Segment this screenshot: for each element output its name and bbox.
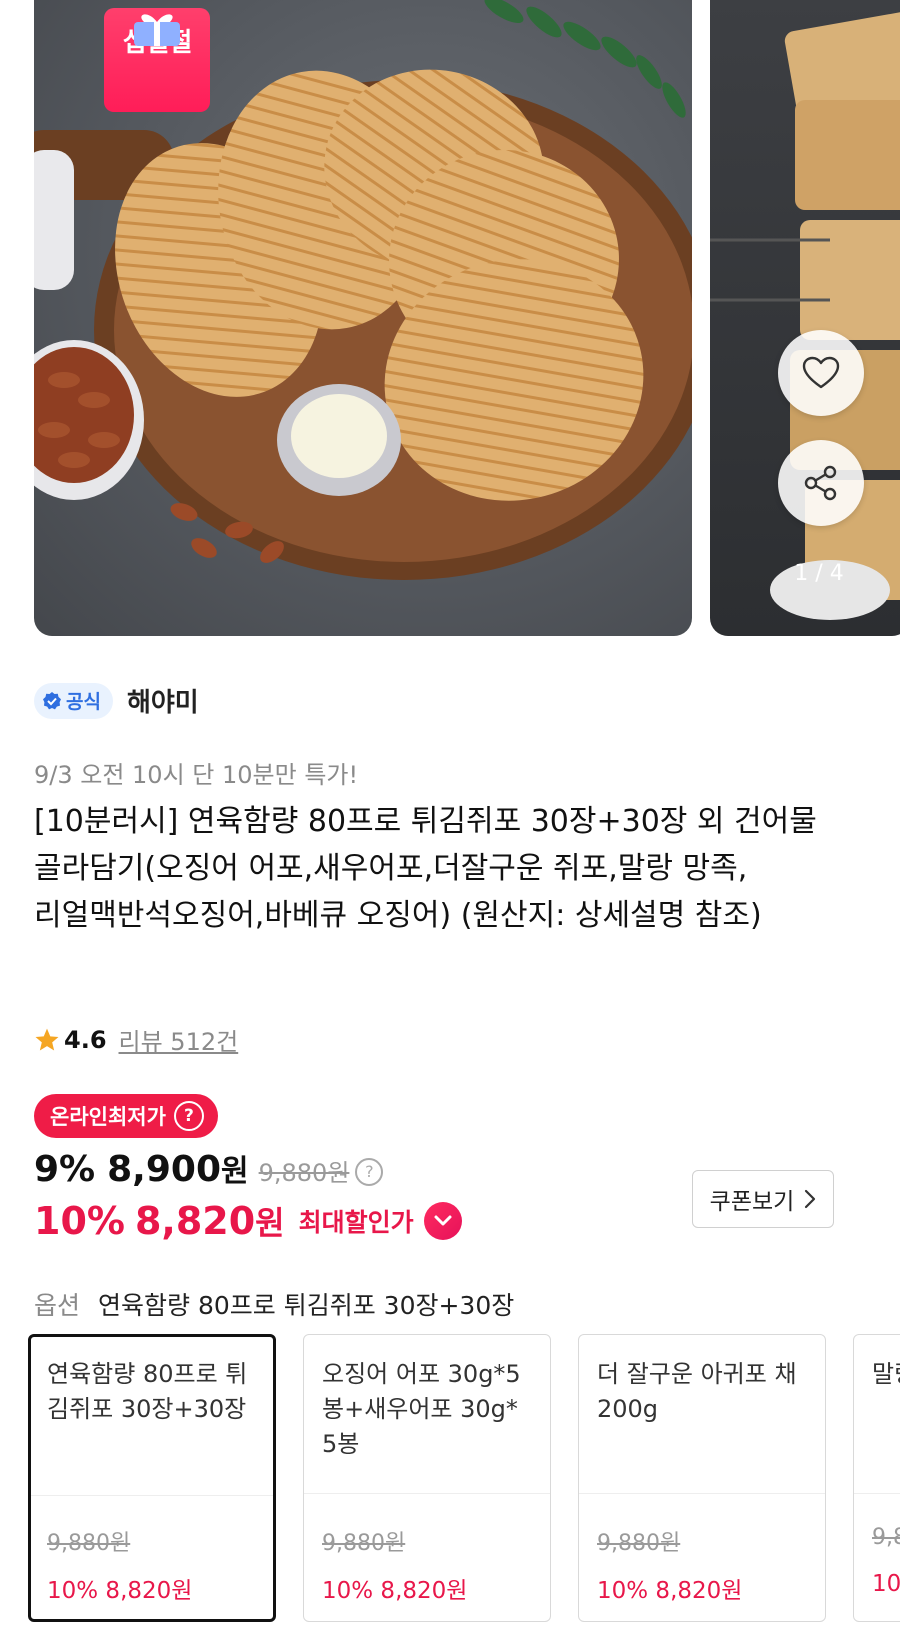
option-original-price: 9,8	[872, 1525, 900, 1550]
star-icon	[35, 1028, 59, 1051]
option-name: 오징어 어포 30g*5봉+새우어포 30g*5봉	[322, 1360, 521, 1458]
divider	[854, 1493, 900, 1494]
option-original-price: 9,880원	[322, 1531, 406, 1556]
rating-row[interactable]: 4.6 리뷰 512건	[34, 1022, 238, 1057]
original-price: 9,880원	[258, 1159, 350, 1187]
chevron-down-icon[interactable]	[423, 1202, 462, 1240]
seller-row[interactable]: 공식 해야미	[34, 682, 199, 719]
option-card[interactable]: 연육함량 80프로 튀김쥐포 30장+30장 9,880원 10% 8,820원	[28, 1334, 276, 1622]
max-discount-rate: 10%	[34, 1199, 125, 1243]
option-sale-price: 10% 8,820원	[322, 1578, 468, 1604]
option-card[interactable]: 말랑 10 9,8 10	[853, 1334, 900, 1622]
rating-score: 4.6	[64, 1025, 107, 1054]
currency-unit: 원	[255, 1204, 285, 1242]
share-icon	[804, 465, 837, 501]
official-label: 공식	[66, 691, 101, 713]
currency-unit: 원	[221, 1154, 249, 1189]
lowest-price-label: 온라인최저가	[50, 1105, 166, 1129]
promo-text: 9/3 오전 10시 단 10분만 특가!	[34, 761, 359, 789]
sale-price: 8,900	[107, 1149, 221, 1190]
carousel-pager: 1 / 4	[794, 561, 844, 586]
selected-option-value: 연육함량 80프로 튀김쥐포 30장+30장	[98, 1291, 515, 1320]
option-card[interactable]: 오징어 어포 30g*5봉+새우어포 30g*5봉 9,880원 10% 8,8…	[303, 1334, 551, 1622]
divider	[304, 1493, 550, 1494]
heart-icon	[802, 356, 840, 389]
seller-name[interactable]: 해야미	[127, 682, 199, 719]
option-sale-price: 10	[872, 1571, 900, 1597]
lowest-price-badge[interactable]: 온라인최저가 ?	[34, 1094, 218, 1138]
wishlist-button[interactable]	[778, 330, 864, 416]
help-icon[interactable]: ?	[173, 1101, 204, 1131]
price-help-icon[interactable]: ?	[355, 1157, 384, 1186]
option-header: 옵션 연육함량 80프로 튀김쥐포 30장+30장	[34, 1286, 514, 1322]
option-list[interactable]: 연육함량 80프로 튀김쥐포 30장+30장 9,880원 10% 8,820원…	[28, 1334, 900, 1628]
review-count-link[interactable]: 리뷰 512건	[119, 1022, 239, 1057]
gift-icon	[134, 14, 180, 46]
option-label: 옵션	[34, 1291, 81, 1320]
divider	[31, 1495, 273, 1496]
max-discount-row: 10% 8,820 원 최대할인가	[34, 1198, 462, 1244]
option-name: 말랑 10	[872, 1360, 900, 1388]
option-sale-price: 10% 8,820원	[47, 1578, 193, 1604]
product-image-1[interactable]: 십일절	[34, 0, 692, 636]
chevron-right-icon	[805, 1189, 816, 1209]
option-card[interactable]: 더 잘구운 아귀포 채 200g 9,880원 10% 8,820원	[578, 1334, 826, 1622]
coupon-button-label: 쿠폰보기	[709, 1189, 795, 1215]
option-original-price: 9,880원	[597, 1531, 681, 1556]
official-badge: 공식	[34, 682, 113, 719]
product-title: [10분러시] 연육함량 80프로 튀김쥐포 30장+30장 외 건어물 골라담…	[34, 804, 817, 933]
product-image-2[interactable]	[710, 0, 900, 636]
verified-check-icon	[43, 691, 61, 709]
price-row: 9% 8,900 원 9,880원 ?	[34, 1146, 384, 1190]
option-name: 연육함량 80프로 튀김쥐포 30장+30장	[47, 1360, 248, 1423]
option-sale-price: 10% 8,820원	[597, 1578, 743, 1604]
max-discount-label: 최대할인가	[298, 1208, 414, 1237]
coupon-view-button[interactable]: 쿠폰보기	[692, 1170, 834, 1228]
product-photo-next	[710, 10, 900, 620]
option-original-price: 9,880원	[47, 1531, 131, 1556]
divider	[579, 1493, 825, 1494]
image-carousel[interactable]: 십일절	[0, 0, 900, 640]
max-discount-price: 8,820	[134, 1199, 256, 1243]
chevron-down-icon-glyph	[434, 1215, 452, 1226]
option-name: 더 잘구운 아귀포 채 200g	[597, 1360, 797, 1423]
discount-rate: 9%	[34, 1149, 96, 1190]
event-badge: 십일절	[104, 8, 210, 112]
share-button[interactable]	[778, 440, 864, 526]
